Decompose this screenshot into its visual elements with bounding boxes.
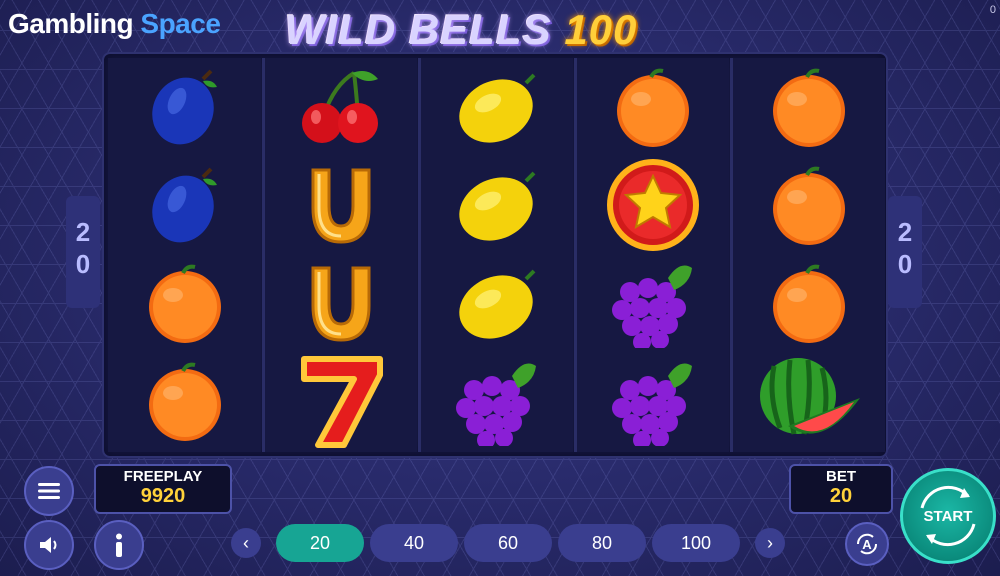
reel-3 <box>420 58 573 452</box>
bet-prev-button[interactable]: ‹ <box>231 528 261 558</box>
reel-divider <box>574 58 577 452</box>
paylines-indicator-right: 20 <box>888 196 922 308</box>
menu-button[interactable] <box>24 466 74 516</box>
plum-icon <box>108 58 261 156</box>
paylines-indicator-left: 20 <box>66 196 100 308</box>
corner-value: 0 <box>989 4 996 16</box>
star-icon <box>576 156 729 254</box>
orange-icon <box>732 156 885 254</box>
svg-text:A: A <box>862 537 872 552</box>
reel-2 <box>264 58 417 452</box>
reel-divider <box>418 58 421 452</box>
grapes-icon <box>420 352 573 450</box>
bet-label: BET <box>826 468 856 485</box>
seven-icon <box>264 352 417 450</box>
bet-option-40[interactable]: 40 <box>370 524 458 562</box>
bet-option-80[interactable]: 80 <box>558 524 646 562</box>
reel-1 <box>108 58 261 452</box>
freeplay-label: FREEPLAY <box>123 468 203 485</box>
reel-5 <box>732 58 885 452</box>
freeplay-value: 9920 <box>140 485 186 507</box>
orange-icon <box>108 352 261 450</box>
info-button[interactable] <box>94 520 144 570</box>
bet-option-60[interactable]: 60 <box>464 524 552 562</box>
bet-box: BET 20 <box>789 464 893 514</box>
reel-4 <box>576 58 729 452</box>
orange-icon <box>576 58 729 156</box>
orange-icon <box>732 58 885 156</box>
game-title: WILD BELLS 100 <box>285 6 638 53</box>
orange-icon <box>732 254 885 352</box>
grapes-icon <box>576 352 729 450</box>
reels-area <box>102 52 888 458</box>
freeplay-box: FREEPLAY 9920 <box>94 464 232 514</box>
bet-option-20[interactable]: 20 <box>276 524 364 562</box>
horseshoe-icon <box>264 156 417 254</box>
chevron-left-icon: ‹ <box>243 532 249 553</box>
lemon-icon <box>420 156 573 254</box>
chevron-right-icon: › <box>767 532 773 553</box>
reel-divider <box>262 58 265 452</box>
bet-option-100[interactable]: 100 <box>652 524 740 562</box>
reel-divider <box>730 58 733 452</box>
start-button[interactable]: START <box>900 468 996 564</box>
lemon-icon <box>420 254 573 352</box>
watermelon-icon <box>732 352 885 450</box>
horseshoe-icon <box>264 254 417 352</box>
start-label: START <box>923 507 973 525</box>
bet-value: 20 <box>829 485 853 507</box>
lemon-icon <box>420 58 573 156</box>
brand-logo: Gambling Space <box>8 8 221 39</box>
cherry-icon <box>264 58 417 156</box>
plum-icon <box>108 156 261 254</box>
autoplay-button[interactable]: A <box>845 522 889 566</box>
autoplay-icon: A <box>856 533 878 555</box>
sound-button[interactable] <box>24 520 74 570</box>
info-icon <box>116 533 122 557</box>
speaker-icon <box>40 537 57 553</box>
orange-icon <box>108 254 261 352</box>
grapes-icon <box>576 254 729 352</box>
menu-icon <box>38 483 60 499</box>
bet-next-button[interactable]: › <box>755 528 785 558</box>
